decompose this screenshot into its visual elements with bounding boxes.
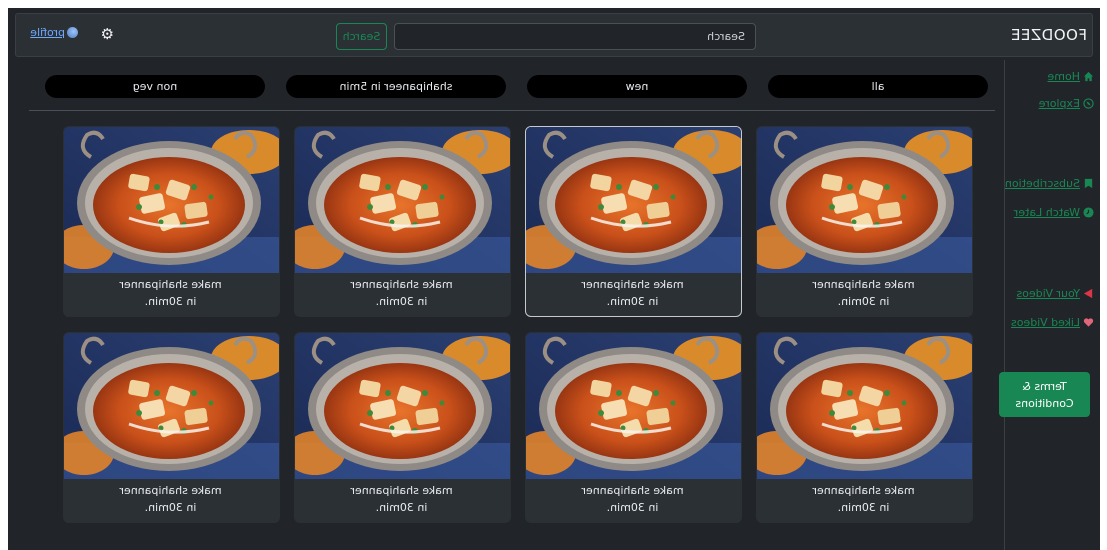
- compass-icon: [1083, 98, 1094, 109]
- home-icon: [1083, 71, 1094, 82]
- video-thumbnail[interactable]: [756, 333, 972, 479]
- mirrored-app: FOODZEE Search ⚙ profile Home Explore Su…: [8, 8, 1100, 550]
- profile-link-group[interactable]: profile: [30, 26, 78, 39]
- sidebar-item-label: Subscribetion: [1004, 177, 1080, 190]
- filter-divider: [29, 110, 995, 111]
- top-navbar: FOODZEE Search ⚙ profile: [15, 13, 1093, 57]
- video-card[interactable]: make shahipanner in 30min.: [525, 332, 742, 523]
- app-frame: FOODZEE Search ⚙ profile Home Explore Su…: [8, 8, 1100, 550]
- video-title: make shahipanner in 30min.: [812, 278, 915, 308]
- video-title: make shahipanner in 30min.: [119, 278, 222, 308]
- sidebar-item-watch-later[interactable]: Watch Later: [1014, 206, 1094, 219]
- video-title: make shahipanner in 30min.: [581, 484, 684, 514]
- filter-bar: all new shahipaneer in 5min non veg: [22, 75, 988, 98]
- video-thumbnail[interactable]: [63, 127, 279, 273]
- sidebar-item-label: Home: [1047, 70, 1080, 83]
- video-thumbnail[interactable]: [525, 333, 741, 479]
- video-thumbnail[interactable]: [756, 127, 972, 273]
- video-card[interactable]: make shahipanner in 30min.: [294, 126, 511, 317]
- video-card[interactable]: make shahipanner in 30min.: [63, 126, 280, 317]
- sidebar-item-label: Explore: [1038, 97, 1080, 110]
- sidebar-item-label: Your Videos: [1016, 287, 1080, 300]
- video-title: make shahipanner in 30min.: [350, 278, 453, 308]
- sidebar-item-label: Watch Later: [1013, 206, 1080, 219]
- profile-image-icon: [67, 27, 78, 38]
- sidebar-item-liked-videos[interactable]: Liked Videos: [1011, 316, 1094, 329]
- video-card[interactable]: make shahipanner in 30min.: [294, 332, 511, 523]
- search-button[interactable]: Search: [336, 23, 387, 50]
- filter-non-veg[interactable]: non veg: [45, 75, 265, 98]
- filter-new[interactable]: new: [527, 75, 747, 98]
- subscription-icon: [1084, 178, 1093, 189]
- sidebar-item-home[interactable]: Home: [1048, 70, 1094, 83]
- gear-icon[interactable]: ⚙: [98, 25, 114, 43]
- filter-shahipaneer-5min[interactable]: shahipaneer in 5min: [286, 75, 506, 98]
- video-thumbnail[interactable]: [525, 127, 741, 273]
- terms-conditions-button[interactable]: Terms & Conditions: [999, 372, 1090, 417]
- video-card[interactable]: make shahipanner in 30min.: [63, 332, 280, 523]
- video-card[interactable]: make shahipanner in 30min.: [756, 126, 973, 317]
- sidebar-item-explore[interactable]: Explore: [1039, 97, 1094, 110]
- search-input[interactable]: [394, 23, 756, 50]
- sidebar-item-your-videos[interactable]: Your Videos: [1016, 287, 1094, 300]
- sidebar-item-subscription[interactable]: Subscribetion: [1005, 177, 1094, 190]
- video-title: make shahipanner in 30min.: [812, 484, 915, 514]
- video-title: make shahipanner in 30min.: [350, 484, 453, 514]
- video-title: make shahipanner in 30min.: [581, 278, 684, 308]
- video-thumbnail[interactable]: [294, 333, 510, 479]
- clock-icon: [1083, 207, 1094, 218]
- video-title: make shahipanner in 30min.: [119, 484, 222, 514]
- sidebar: Home Explore Subscribetion Watch Later Y…: [999, 60, 1100, 550]
- play-icon: [1083, 288, 1093, 299]
- sidebar-item-label: Liked Videos: [1011, 316, 1080, 329]
- filter-all[interactable]: all: [768, 75, 988, 98]
- video-card[interactable]: make shahipanner in 30min.: [756, 332, 973, 523]
- profile-link[interactable]: profile: [30, 26, 65, 39]
- heart-icon: [1083, 318, 1094, 327]
- video-thumbnail[interactable]: [294, 127, 510, 273]
- brand-logo[interactable]: FOODZEE: [1010, 26, 1087, 44]
- video-thumbnail[interactable]: [63, 333, 279, 479]
- video-card[interactable]: make shahipanner in 30min.: [525, 126, 742, 317]
